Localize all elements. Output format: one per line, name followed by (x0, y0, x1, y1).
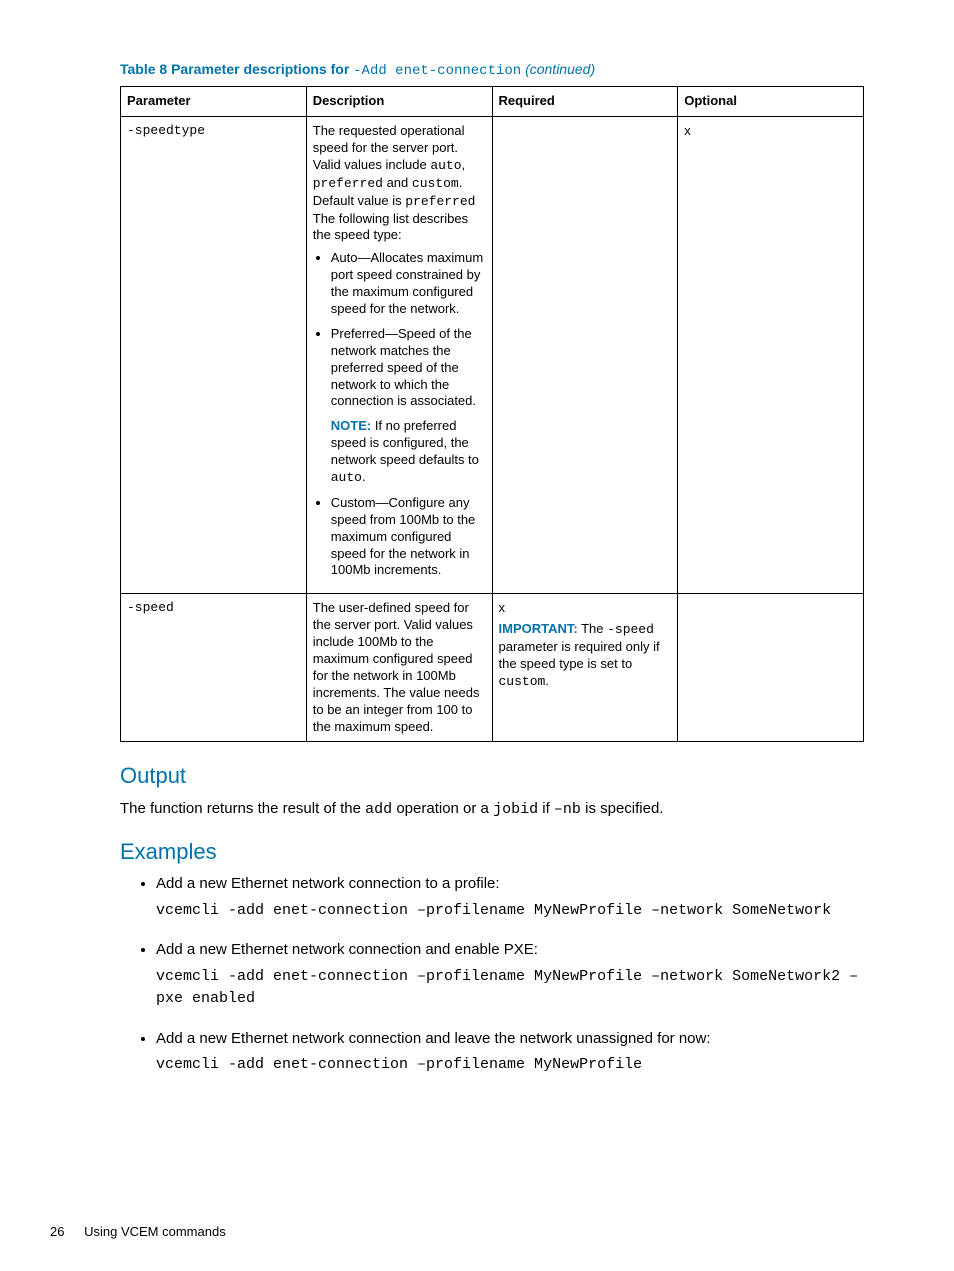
parameters-table: Parameter Description Required Optional … (120, 86, 864, 742)
output-text: The function returns the result of the a… (120, 799, 864, 820)
optional-speed (678, 594, 864, 742)
header-optional: Optional (678, 87, 864, 117)
page-number: 26 (50, 1224, 64, 1241)
footer-section: Using VCEM commands (84, 1224, 226, 1239)
param-speed: -speed (121, 594, 307, 742)
required-speedtype (492, 117, 678, 594)
caption-prefix: Table 8 Parameter descriptions for (120, 61, 353, 77)
table-caption: Table 8 Parameter descriptions for -Add … (120, 60, 864, 80)
bullet-auto: Auto—Allocates maximum port speed constr… (331, 250, 486, 318)
required-speed: x IMPORTANT: The -speed parameter is req… (492, 594, 678, 742)
examples-heading: Examples (120, 838, 864, 867)
param-speedtype: -speedtype (121, 117, 307, 594)
examples-list: Add a new Ethernet network connection to… (138, 874, 864, 1077)
output-heading: Output (120, 762, 864, 791)
example-code: vcemcli -add enet-connection –profilenam… (156, 966, 864, 1011)
caption-suffix: (continued) (521, 61, 595, 77)
page-footer: 26 Using VCEM commands (50, 1224, 226, 1241)
table-row: -speed The user-defined speed for the se… (121, 594, 864, 742)
example-code: vcemcli -add enet-connection –profilenam… (156, 1054, 864, 1077)
example-item: Add a new Ethernet network connection an… (156, 940, 864, 1011)
optional-speedtype: x (678, 117, 864, 594)
example-code: vcemcli -add enet-connection –profilenam… (156, 900, 864, 923)
desc-speedtype: The requested operational speed for the … (306, 117, 492, 594)
bullet-preferred: Preferred—Speed of the network matches t… (331, 326, 486, 487)
header-parameter: Parameter (121, 87, 307, 117)
example-item: Add a new Ethernet network connection to… (156, 874, 864, 922)
header-required: Required (492, 87, 678, 117)
important-label: IMPORTANT: (499, 621, 578, 636)
table-row: -speedtype The requested operational spe… (121, 117, 864, 594)
bullet-custom: Custom—Configure any speed from 100Mb to… (331, 495, 486, 579)
note-label: NOTE: (331, 418, 371, 433)
header-description: Description (306, 87, 492, 117)
caption-code: -Add enet-connection (353, 63, 521, 79)
desc-speed: The user-defined speed for the server po… (306, 594, 492, 742)
example-item: Add a new Ethernet network connection an… (156, 1029, 864, 1077)
